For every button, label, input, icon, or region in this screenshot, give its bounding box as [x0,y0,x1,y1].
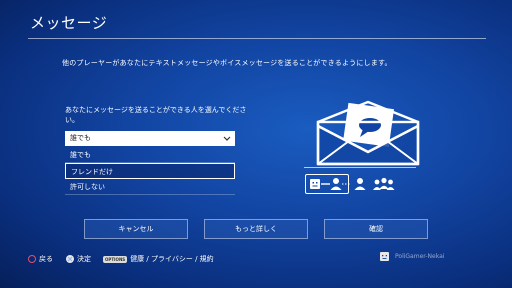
audience-selected-frame [305,174,349,194]
footer-back-hint: 戻る [28,254,53,264]
cancel-button[interactable]: キャンセル [84,219,188,239]
options-button-icon: OPTIONS [103,255,128,263]
illustration-divider [304,167,416,168]
more-info-button[interactable]: もっと詳しく [204,219,308,239]
option-no-one[interactable]: 許可しない [65,179,235,195]
description-text: 他のプレーヤーがあなたにテキストメッセージやボイスメッセージを送ることができるよ… [62,59,392,67]
header-divider [28,38,486,39]
message-permission-select[interactable]: 誰でも [65,131,235,146]
user-chip: PoliGamer-Nekai [380,252,444,261]
footer-enter-label: 決定 [77,255,91,263]
footer-options-label: 健康 / プライバシー / 規約 [130,255,214,263]
footer-options-hint: OPTIONS 健康 / プライバシー / 規約 [103,254,214,264]
footer-enter-hint: 決定 [66,254,91,264]
page-title: メッセージ [30,14,108,32]
select-options-list: 誰でも フレンドだけ 許可しない [65,147,235,195]
select-current-value: 誰でも [70,134,91,142]
option-friends-only[interactable]: フレンドだけ [65,163,235,179]
confirm-button[interactable]: 確認 [324,219,428,239]
group-icon [373,177,395,190]
option-anyone[interactable]: 誰でも [65,147,235,163]
audience-indicator [305,174,415,194]
setting-prompt: あなたにメッセージを送ることができる人を選んでください。 [65,106,247,124]
person-icon [354,178,366,190]
footer-back-label: 戻る [39,255,53,263]
cross-button-icon [66,255,74,263]
envelope-icon [316,100,420,166]
user-avatar-icon [380,252,389,261]
circle-button-icon [28,255,36,263]
user-name: PoliGamer-Nekai [395,253,445,260]
